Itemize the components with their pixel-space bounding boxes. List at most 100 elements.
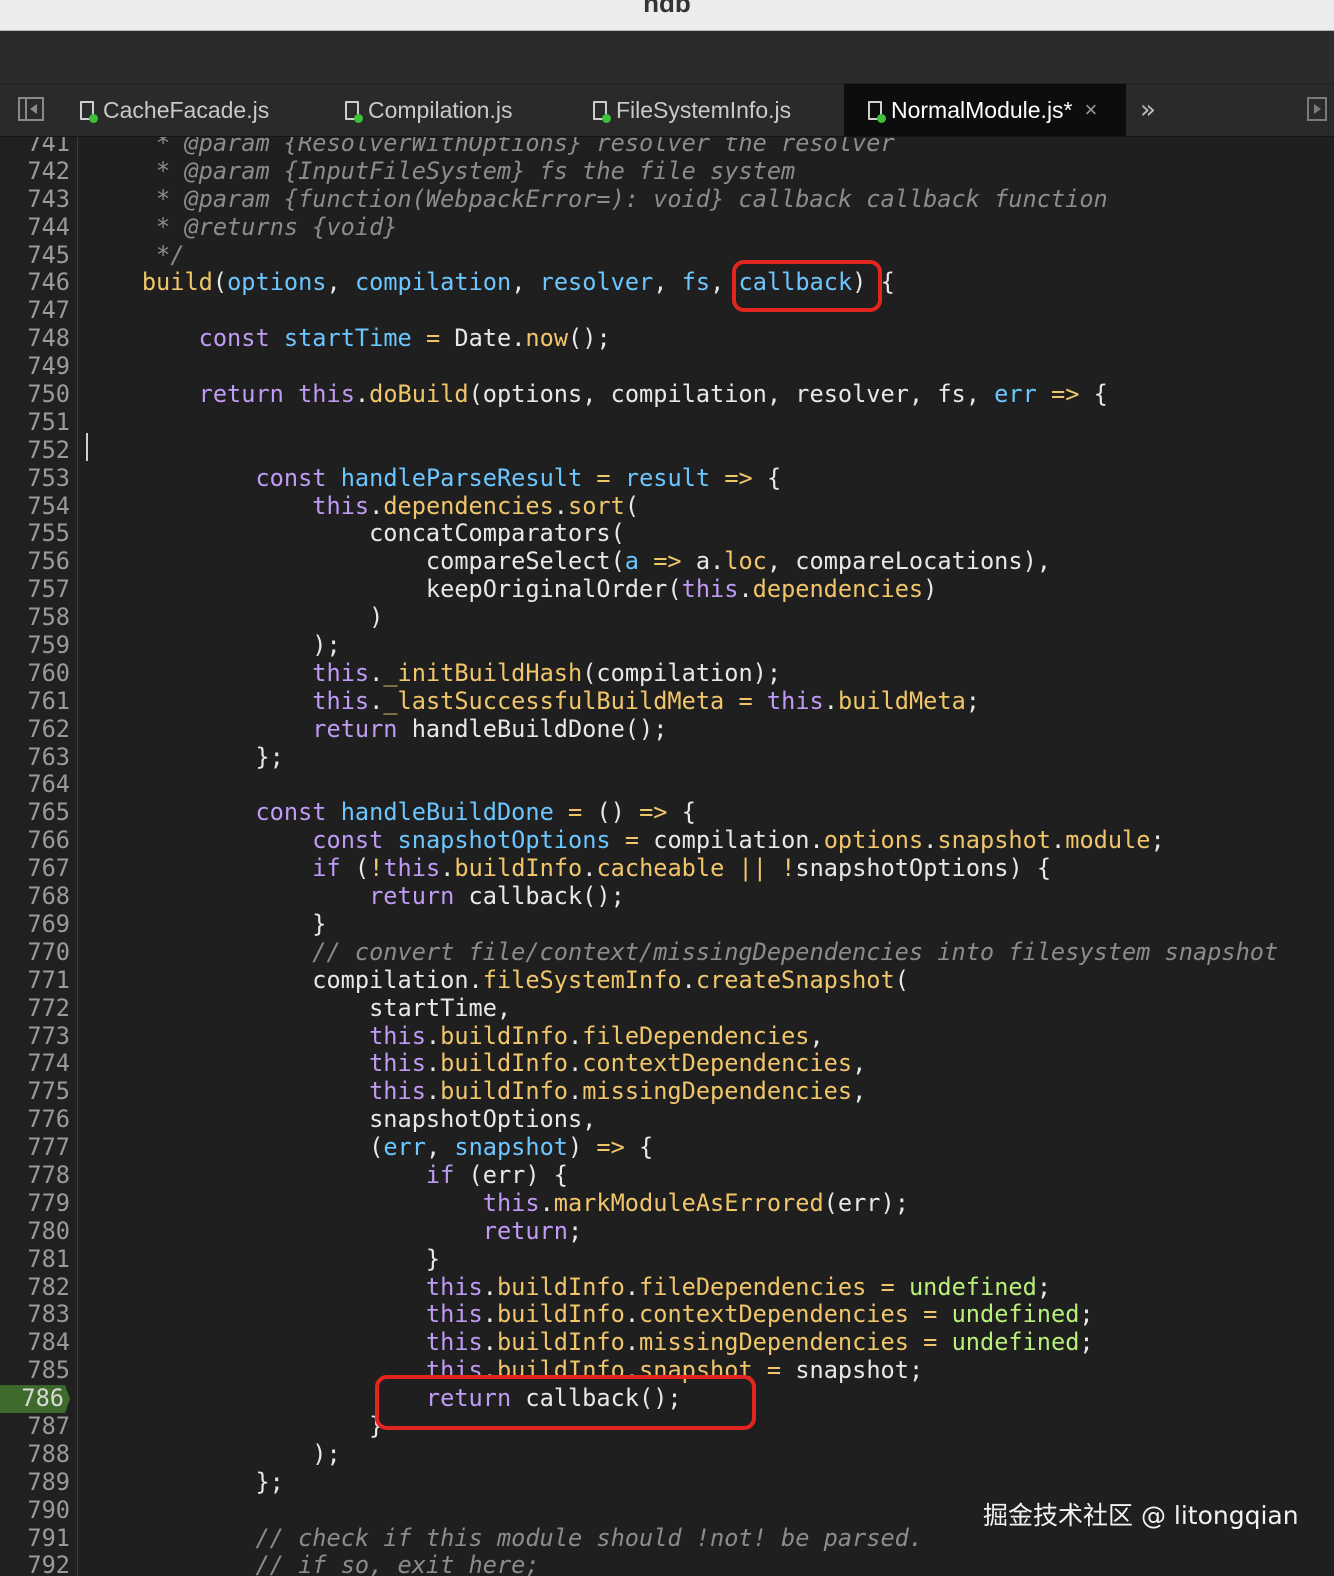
code-line[interactable]: 773 this.buildInfo.fileDependencies, bbox=[0, 1022, 1334, 1051]
code-line[interactable]: 753 const handleParseResult = result => … bbox=[0, 464, 1334, 493]
code-line[interactable]: 756 compareSelect(a => a.loc, compareLoc… bbox=[0, 547, 1334, 576]
line-number[interactable]: 748 bbox=[0, 324, 70, 353]
code-line[interactable]: 766 const snapshotOptions = compilation.… bbox=[0, 826, 1334, 855]
tab-normalmodule[interactable]: NormalModule.js* × bbox=[844, 84, 1126, 136]
line-number[interactable]: 784 bbox=[0, 1328, 70, 1357]
line-number[interactable]: 757 bbox=[0, 575, 70, 604]
code-line[interactable]: 783 this.buildInfo.contextDependencies =… bbox=[0, 1300, 1334, 1329]
line-number[interactable]: 787 bbox=[0, 1412, 70, 1441]
code-line[interactable]: 757 keepOriginalOrder(this.dependencies) bbox=[0, 575, 1334, 604]
line-number[interactable]: 777 bbox=[0, 1133, 70, 1162]
breakpoint-line-number[interactable]: 786 bbox=[0, 1385, 70, 1413]
code-line[interactable]: 745 */ bbox=[0, 241, 1334, 270]
code-line[interactable]: 779 this.markModuleAsErrored(err); bbox=[0, 1189, 1334, 1218]
more-tabs-icon[interactable]: » bbox=[1140, 95, 1156, 125]
code-line[interactable]: 761 this._lastSuccessfulBuildMeta = this… bbox=[0, 687, 1334, 716]
code-line[interactable]: 781 } bbox=[0, 1245, 1334, 1274]
code-line[interactable]: 744 * @returns {void} bbox=[0, 213, 1334, 242]
code-line[interactable]: 762 return handleBuildDone(); bbox=[0, 715, 1334, 744]
code-line[interactable]: 752 bbox=[0, 436, 1334, 465]
line-number[interactable]: 769 bbox=[0, 910, 70, 939]
line-number[interactable]: 763 bbox=[0, 743, 70, 772]
line-number[interactable]: 747 bbox=[0, 296, 70, 325]
toggle-debugger-icon[interactable] bbox=[1307, 97, 1327, 121]
code-line[interactable]: 789 }; bbox=[0, 1468, 1334, 1497]
code-line[interactable]: 750 return this.doBuild(options, compila… bbox=[0, 380, 1334, 409]
line-number[interactable]: 759 bbox=[0, 631, 70, 660]
line-number[interactable]: 753 bbox=[0, 464, 70, 493]
code-line[interactable]: 759 ); bbox=[0, 631, 1334, 660]
line-number[interactable]: 749 bbox=[0, 352, 70, 381]
code-line[interactable]: 748 const startTime = Date.now(); bbox=[0, 324, 1334, 353]
code-line[interactable]: 743 * @param {function(WebpackError=): v… bbox=[0, 185, 1334, 214]
tab-cachefacade[interactable]: CacheFacade.js bbox=[78, 84, 305, 136]
code-line[interactable]: 758 ) bbox=[0, 603, 1334, 632]
code-line[interactable]: 763 }; bbox=[0, 743, 1334, 772]
code-line[interactable]: 754 this.dependencies.sort( bbox=[0, 492, 1334, 521]
tab-filesysteminfo[interactable]: FileSystemInfo.js bbox=[593, 84, 833, 136]
line-number[interactable]: 741 bbox=[0, 137, 70, 158]
code-line[interactable]: 780 return; bbox=[0, 1217, 1334, 1246]
line-number[interactable]: 762 bbox=[0, 715, 70, 744]
line-number[interactable]: 783 bbox=[0, 1301, 70, 1329]
code-line[interactable]: 768 return callback(); bbox=[0, 882, 1334, 911]
line-number[interactable]: 752 bbox=[0, 436, 70, 465]
code-line[interactable]: 775 this.buildInfo.missingDependencies, bbox=[0, 1077, 1334, 1106]
code-line[interactable]: 765 const handleBuildDone = () => { bbox=[0, 798, 1334, 827]
code-line[interactable]: 746 build(options, compilation, resolver… bbox=[0, 269, 1334, 297]
code-line[interactable]: 771 compilation.fileSystemInfo.createSna… bbox=[0, 966, 1334, 995]
line-number[interactable]: 744 bbox=[0, 213, 70, 242]
code-line[interactable]: 770 // convert file/context/missingDepen… bbox=[0, 938, 1334, 967]
line-number[interactable]: 771 bbox=[0, 966, 70, 995]
code-line[interactable]: 784 this.buildInfo.missingDependencies =… bbox=[0, 1328, 1334, 1357]
code-line[interactable]: 792 // if so, exit here; bbox=[0, 1551, 1334, 1576]
code-line[interactable]: 788 ); bbox=[0, 1440, 1334, 1469]
code-line[interactable]: 742 * @param {InputFileSystem} fs the fi… bbox=[0, 157, 1334, 186]
line-number[interactable]: 789 bbox=[0, 1468, 70, 1497]
line-number[interactable]: 742 bbox=[0, 157, 70, 186]
line-number[interactable]: 788 bbox=[0, 1440, 70, 1469]
code-line[interactable]: 776 snapshotOptions, bbox=[0, 1105, 1334, 1134]
code-line[interactable]: 778 if (err) { bbox=[0, 1161, 1334, 1190]
close-icon[interactable]: × bbox=[1085, 97, 1098, 123]
line-number[interactable]: 755 bbox=[0, 520, 70, 548]
toggle-navigator-icon[interactable] bbox=[18, 97, 44, 121]
line-number[interactable]: 782 bbox=[0, 1273, 70, 1302]
line-number[interactable]: 765 bbox=[0, 798, 70, 827]
line-number[interactable]: 766 bbox=[0, 826, 70, 855]
line-number[interactable]: 773 bbox=[0, 1022, 70, 1051]
line-number[interactable]: 770 bbox=[0, 938, 70, 967]
code-line[interactable]: 777 (err, snapshot) => { bbox=[0, 1133, 1334, 1162]
line-number[interactable]: 785 bbox=[0, 1356, 70, 1385]
line-number[interactable]: 767 bbox=[0, 854, 70, 883]
code-line[interactable]: 767 if (!this.buildInfo.cacheable || !sn… bbox=[0, 854, 1334, 883]
line-number[interactable]: 772 bbox=[0, 994, 70, 1023]
line-number[interactable]: 776 bbox=[0, 1105, 70, 1134]
line-number[interactable]: 750 bbox=[0, 380, 70, 409]
line-number[interactable]: 781 bbox=[0, 1245, 70, 1274]
code-editor[interactable]: 741 * @param {ResolverWithOptions} resol… bbox=[0, 137, 1334, 1576]
line-number[interactable]: 774 bbox=[0, 1049, 70, 1078]
code-line[interactable]: 782 this.buildInfo.fileDependencies = un… bbox=[0, 1273, 1334, 1302]
code-line[interactable]: 751 bbox=[0, 408, 1334, 437]
line-number[interactable]: 758 bbox=[0, 603, 70, 632]
line-number[interactable]: 775 bbox=[0, 1077, 70, 1106]
line-number[interactable]: 780 bbox=[0, 1217, 70, 1246]
code-line[interactable]: 741 * @param {ResolverWithOptions} resol… bbox=[0, 137, 1334, 158]
tab-compilation[interactable]: Compilation.js bbox=[345, 84, 565, 136]
code-line[interactable]: 774 this.buildInfo.contextDependencies, bbox=[0, 1049, 1334, 1078]
code-line[interactable]: 747 bbox=[0, 296, 1334, 325]
line-number[interactable]: 768 bbox=[0, 882, 70, 911]
code-line[interactable]: 769 } bbox=[0, 910, 1334, 939]
line-number[interactable]: 745 bbox=[0, 241, 70, 270]
code-line[interactable]: 749 bbox=[0, 352, 1334, 381]
line-number[interactable]: 779 bbox=[0, 1189, 70, 1218]
line-number[interactable]: 754 bbox=[0, 492, 70, 521]
line-number[interactable]: 760 bbox=[0, 659, 70, 688]
line-number[interactable]: 778 bbox=[0, 1161, 70, 1190]
code-line[interactable]: 772 startTime, bbox=[0, 994, 1334, 1023]
line-number[interactable]: 756 bbox=[0, 547, 70, 576]
line-number[interactable]: 764 bbox=[0, 771, 70, 799]
line-number[interactable]: 791 bbox=[0, 1524, 70, 1553]
line-number[interactable]: 743 bbox=[0, 185, 70, 214]
